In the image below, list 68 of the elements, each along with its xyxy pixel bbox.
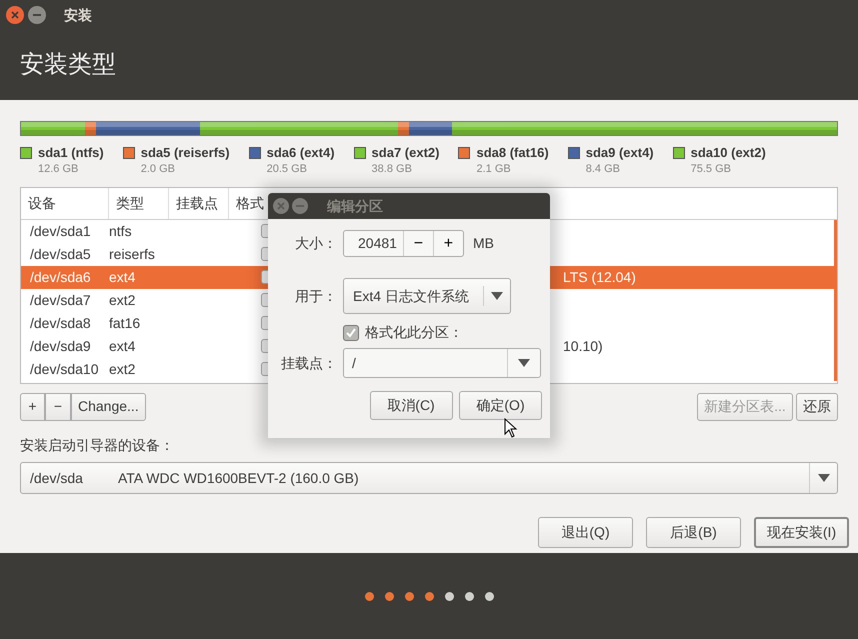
mouse-cursor-icon (504, 418, 518, 439)
device-cell-text: /dev/sda8 (29, 314, 92, 332)
type-cell-text: ext4 (109, 336, 136, 356)
column-header[interactable]: 设备 (21, 188, 109, 218)
partition-size: 2.0 GB (140, 162, 176, 177)
system-cell-text: 10.10) (563, 336, 603, 356)
device-cell-text: /dev/sda7 (29, 290, 92, 310)
minimize-icon (296, 202, 304, 210)
partition-size: 38.8 GB (372, 162, 413, 177)
device-cell-text: /dev/sda1 (29, 222, 92, 240)
type-cell-text: reiserfs (109, 244, 156, 264)
mount-point-dropdown[interactable]: / (343, 348, 541, 378)
caret-icon (518, 359, 530, 367)
column-header[interactable]: 挂载点 (169, 188, 229, 218)
decrease-button[interactable]: − (402, 231, 433, 256)
device-cell-text: /dev/sda6 (29, 268, 92, 286)
system-cell-text: LTS (12.04) (563, 268, 636, 287)
partition-size: 12.6 GB (38, 162, 80, 177)
partition-name: sda1 (ntfs) (38, 144, 104, 161)
partition-size: 2.1 GB (476, 162, 512, 177)
device-path: /dev/sda (29, 468, 84, 488)
revert-button[interactable]: 还原 (796, 392, 838, 420)
footer-button[interactable]: 现在安装(I) (754, 517, 849, 548)
dialog-button[interactable]: 确定(O) (459, 391, 542, 420)
type-cell-text: ext4 (109, 268, 136, 286)
column-header[interactable]: 类型 (109, 188, 169, 218)
device-cell-text: /dev/sda9 (29, 336, 92, 356)
partition-name: sda5 (reiserfs) (140, 144, 230, 161)
device-description: ATA WDC WD1600BEVT-2 (160.0 GB) (118, 468, 360, 488)
partition-name: sda8 (fat16) (476, 144, 549, 161)
page-title: 安装类型 (20, 50, 116, 80)
partition-name: sda10 (ext2) (690, 144, 766, 161)
table-action-button[interactable]: Change... (71, 392, 146, 420)
partition-size: 8.4 GB (586, 162, 621, 177)
close-icon (11, 11, 19, 19)
partition-name: sda9 (ext4) (586, 144, 654, 161)
type-cell-text: ext2 (109, 290, 136, 310)
minimize-icon (33, 11, 41, 19)
partition-size: 75.5 GB (690, 162, 732, 177)
type-cell-text: ntfs (109, 222, 133, 240)
format-checkbox[interactable] (343, 324, 359, 340)
increase-button[interactable]: + (432, 231, 463, 256)
table-action-button[interactable]: − (45, 392, 71, 420)
caret-icon (818, 474, 830, 482)
minimize-button[interactable] (292, 198, 308, 214)
bootloader-dropdown[interactable]: /dev/sda ATA WDC WD1600BEVT-2 (160.0 GB) (20, 462, 838, 494)
footer-button[interactable]: 退出(Q) (538, 517, 633, 548)
partition-size: 20.5 GB (266, 162, 308, 177)
filesystem-dropdown[interactable]: Ext4 日志文件系统 (343, 278, 511, 314)
type-cell-text: fat16 (109, 314, 142, 332)
filesystem-value: Ext4 日志文件系统 (352, 286, 470, 306)
partition-name: sda7 (ext2) (372, 144, 440, 161)
device-cell-text: /dev/sda5 (29, 244, 92, 264)
type-cell-text: ext2 (109, 360, 136, 378)
caret-icon (491, 292, 503, 300)
partition-name: sda6 (ext4) (266, 144, 335, 161)
dialog-button[interactable]: 取消(C) (370, 391, 452, 420)
close-button[interactable] (6, 6, 24, 24)
dialog-title: 编辑分区 (327, 196, 383, 216)
minimize-button[interactable] (28, 6, 46, 24)
table-action-button[interactable]: + (20, 392, 45, 420)
use-label: 用于： (294, 286, 338, 306)
bootloader-label: 安装启动引导器的设备： (20, 436, 174, 454)
close-button[interactable] (273, 198, 289, 214)
window-title: 安装 (64, 6, 92, 24)
footer-button[interactable]: 后退(B) (646, 517, 741, 548)
close-icon (277, 202, 285, 210)
device-cell-text: /dev/sda10 (29, 360, 100, 378)
